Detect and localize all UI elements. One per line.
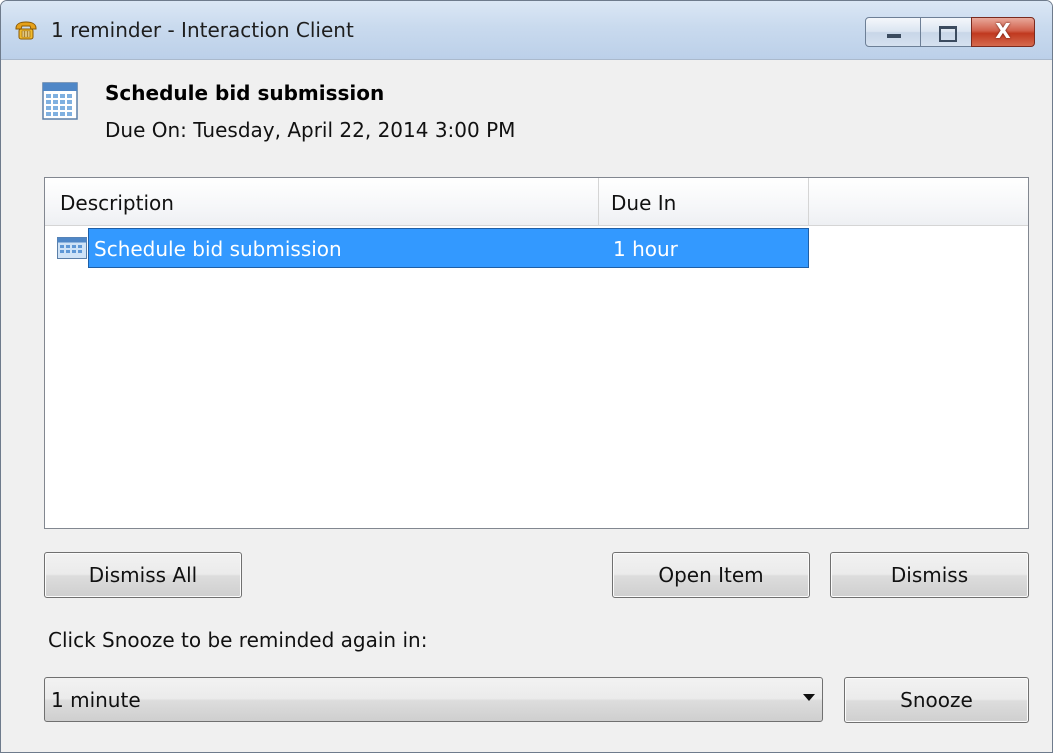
snooze-interval-value: 1 minute bbox=[51, 688, 141, 712]
snooze-button[interactable]: Snooze bbox=[844, 677, 1029, 723]
minimize-button[interactable] bbox=[865, 17, 921, 47]
dismiss-button[interactable]: Dismiss bbox=[830, 552, 1029, 598]
maximize-button[interactable] bbox=[920, 17, 972, 47]
window-title: 1 reminder - Interaction Client bbox=[51, 18, 354, 42]
calendar-icon bbox=[42, 82, 78, 120]
calendar-icon bbox=[57, 237, 87, 259]
column-header-filler bbox=[809, 178, 1028, 226]
row-description: Schedule bid submission bbox=[94, 237, 342, 261]
telephone-icon bbox=[15, 21, 37, 40]
column-header-description[interactable]: Description bbox=[45, 178, 599, 226]
reminder-window: 1 reminder - Interaction Client X Schedu… bbox=[0, 0, 1053, 753]
list-item[interactable]: Schedule bid submission 1 hour bbox=[46, 228, 810, 268]
minimize-icon bbox=[887, 34, 901, 38]
open-item-button[interactable]: Open Item bbox=[612, 552, 810, 598]
row-due-in: 1 hour bbox=[613, 237, 678, 261]
maximize-icon bbox=[939, 26, 957, 42]
reminder-list[interactable]: Description Due In Schedule bid submissi… bbox=[44, 177, 1029, 529]
close-button[interactable]: X bbox=[971, 17, 1035, 47]
chevron-down-icon[interactable] bbox=[803, 694, 815, 701]
snooze-interval-select[interactable]: 1 minute bbox=[44, 677, 823, 722]
dismiss-all-button[interactable]: Dismiss All bbox=[44, 552, 242, 598]
reminder-title: Schedule bid submission bbox=[105, 81, 385, 105]
column-header-due-in[interactable]: Due In bbox=[599, 178, 809, 226]
title-bar[interactable]: 1 reminder - Interaction Client X bbox=[1, 1, 1052, 60]
reminder-due-date: Due On: Tuesday, April 22, 2014 3:00 PM bbox=[105, 118, 516, 142]
close-icon: X bbox=[995, 19, 1011, 43]
snooze-prompt: Click Snooze to be reminded again in: bbox=[48, 628, 428, 652]
